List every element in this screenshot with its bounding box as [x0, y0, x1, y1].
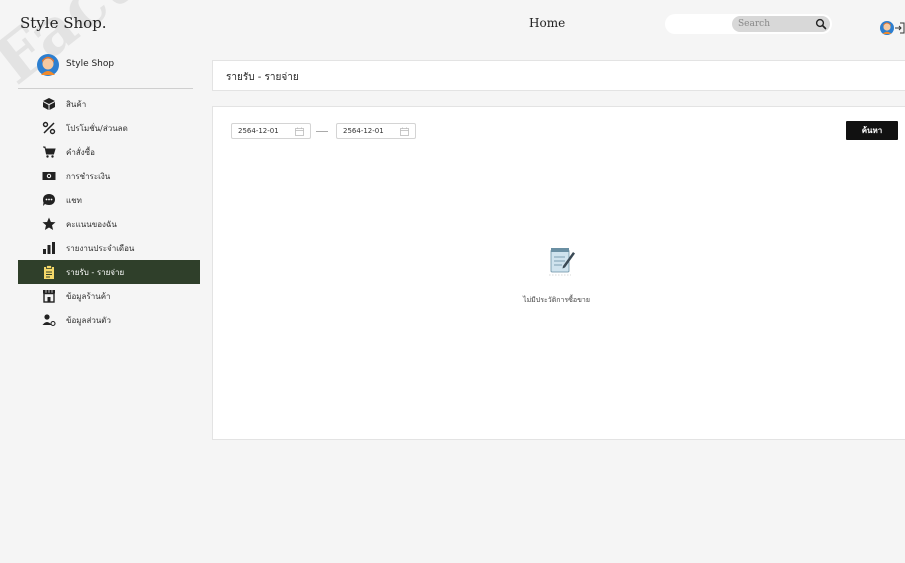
empty-state-message: ไม่มีประวัติการซื้อขาย: [523, 296, 590, 304]
page-title: รายรับ - รายจ่าย: [226, 72, 299, 83]
sidebar-item-chat[interactable]: แชท: [18, 188, 200, 212]
sidebar-item-label: ข้อมูลร้านค้า: [66, 291, 111, 301]
page-title-home[interactable]: Home: [529, 16, 565, 30]
bar-chart-icon: [42, 241, 56, 255]
clipboard-icon: [42, 265, 56, 279]
store-icon: [42, 289, 56, 303]
shop-name: Style Shop: [66, 59, 115, 69]
search-pill: [732, 16, 830, 32]
chat-icon: [42, 193, 56, 207]
sidebar-menu: สินค้า โปรโมชั่น/ส่วนลด คำสั่งซื้อ การชำ…: [18, 92, 200, 332]
sidebar-item-label: สินค้า: [66, 99, 87, 109]
date-to-input[interactable]: [343, 125, 395, 137]
sidebar-item-label: ข้อมูลส่วนตัว: [66, 315, 111, 325]
user-avatar-icon[interactable]: [880, 21, 894, 35]
sidebar-item-label: รายงานประจำเดือน: [66, 243, 135, 253]
shop-avatar-icon: [37, 54, 59, 76]
calendar-icon[interactable]: [295, 127, 304, 136]
date-from-field[interactable]: [231, 123, 311, 139]
search-input[interactable]: [738, 17, 798, 31]
empty-notepad-icon: [549, 248, 575, 276]
sidebar-item-store-info[interactable]: ข้อมูลร้านค้า: [18, 284, 200, 308]
top-bar: Style Shop. Home: [0, 0, 905, 42]
sidebar-item-label: โปรโมชั่น/ส่วนลด: [66, 123, 128, 133]
sidebar-item-payments[interactable]: การชำระเงิน: [18, 164, 200, 188]
sidebar: Style Shop สินค้า โปรโมชั่น/ส่วนลด คำสั่…: [0, 42, 210, 563]
search-button[interactable]: ค้นหา: [846, 121, 898, 140]
money-icon: [42, 169, 56, 183]
percent-icon: [42, 121, 56, 135]
calendar-icon[interactable]: [400, 127, 409, 136]
sidebar-item-income-expense[interactable]: รายรับ - รายจ่าย: [18, 260, 200, 284]
cart-icon: [42, 145, 56, 159]
sidebar-item-label: คำสั่งซื้อ: [66, 147, 95, 157]
logout-icon[interactable]: [894, 22, 905, 34]
date-to-field[interactable]: [336, 123, 416, 139]
box-icon: [42, 97, 56, 111]
sidebar-item-monthly-report[interactable]: รายงานประจำเดือน: [18, 236, 200, 260]
sidebar-item-promotions[interactable]: โปรโมชั่น/ส่วนลด: [18, 116, 200, 140]
content-card: ค้นหา ไม่มีประวัติการซื้อขาย: [212, 106, 905, 440]
page-header-card: รายรับ - รายจ่าย: [212, 60, 905, 91]
date-from-input[interactable]: [238, 125, 290, 137]
search-icon[interactable]: [814, 17, 828, 31]
brand-logo[interactable]: Style Shop.: [20, 14, 107, 32]
sidebar-item-ratings[interactable]: คะแนนของฉัน: [18, 212, 200, 236]
sidebar-divider: [18, 88, 193, 89]
search-bar: [665, 14, 832, 34]
user-settings-icon: [42, 313, 56, 327]
sidebar-item-label: คะแนนของฉัน: [66, 219, 117, 229]
star-icon: [42, 217, 56, 231]
sidebar-item-label: แชท: [66, 195, 82, 205]
sidebar-item-profile[interactable]: ข้อมูลส่วนตัว: [18, 308, 200, 332]
date-range-separator: [316, 131, 328, 132]
sidebar-item-label: รายรับ - รายจ่าย: [66, 267, 125, 277]
sidebar-item-orders[interactable]: คำสั่งซื้อ: [18, 140, 200, 164]
sidebar-item-products[interactable]: สินค้า: [18, 92, 200, 116]
sidebar-item-label: การชำระเงิน: [66, 171, 111, 181]
